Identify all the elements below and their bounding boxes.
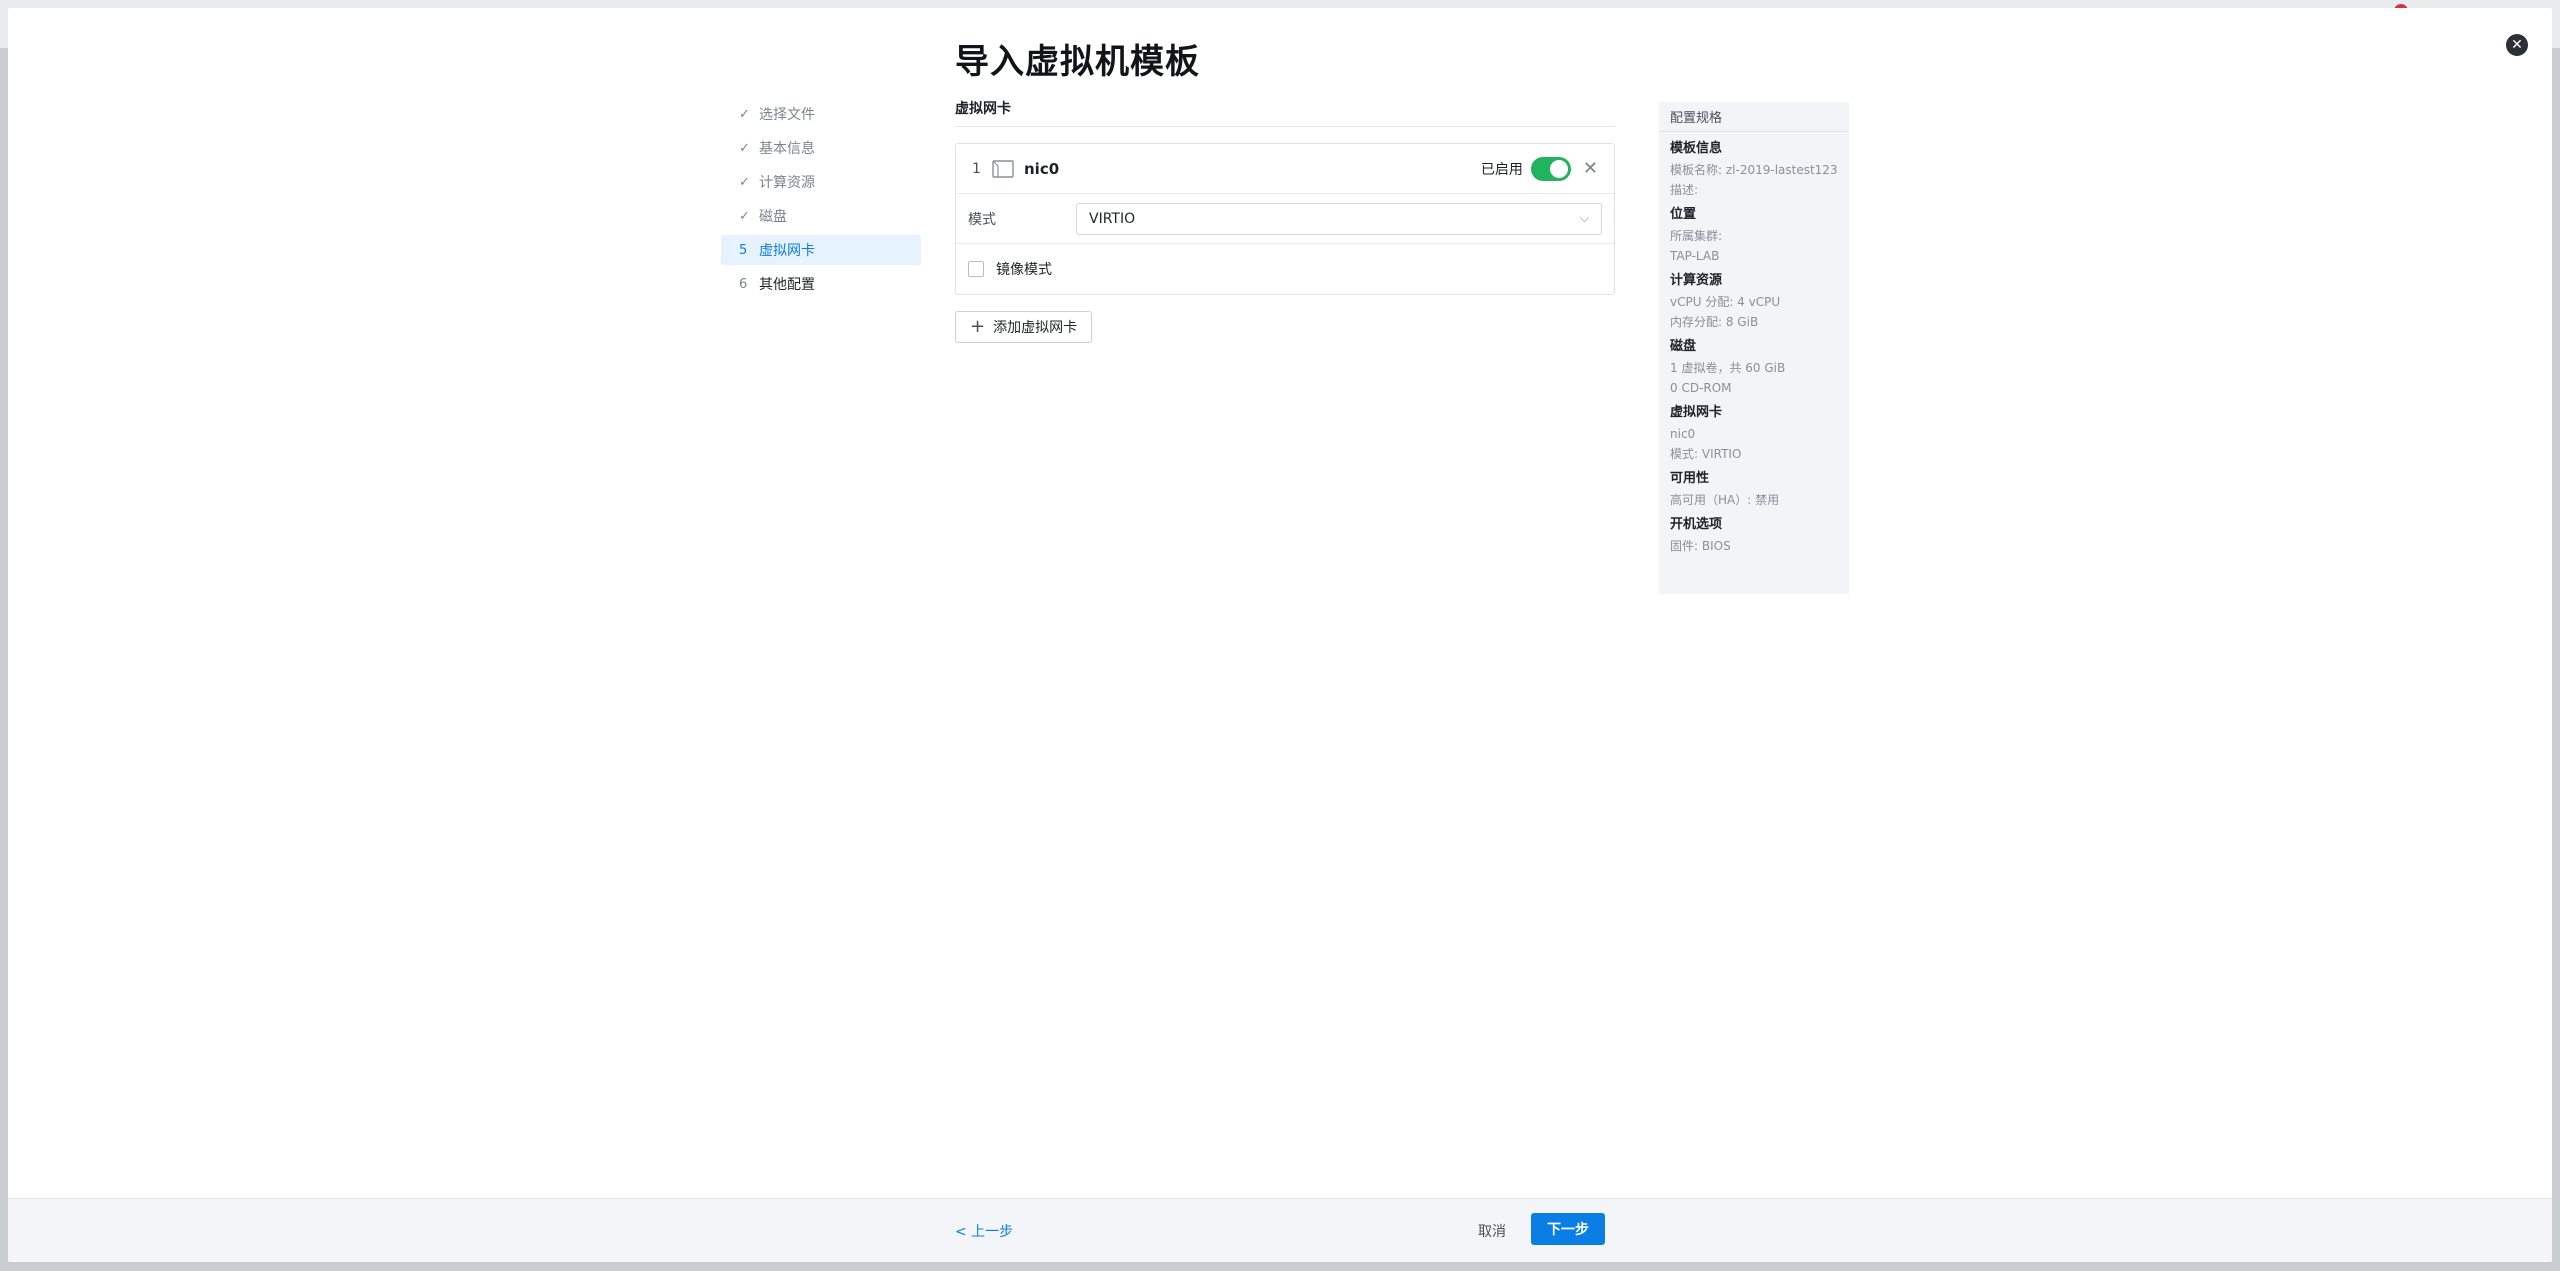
summary-group-title: 模板信息 bbox=[1670, 141, 1723, 156]
cancel-button[interactable]: 取消 bbox=[1478, 1221, 1506, 1241]
summary-group-availability: 可用性 高可用（HA）: 禁用 bbox=[1670, 468, 1838, 510]
step-number: 5 bbox=[739, 242, 748, 258]
step-select-file[interactable]: ✓ 选择文件 bbox=[721, 99, 921, 129]
close-icon[interactable]: ✕ bbox=[1583, 159, 1598, 178]
prev-step-link[interactable]: < 上一步 bbox=[955, 1221, 1013, 1241]
summary-line: TAP-LAB bbox=[1670, 249, 1720, 263]
summary-group-title: 开机选项 bbox=[1670, 517, 1723, 532]
check-icon: ✓ bbox=[739, 106, 750, 122]
summary-group-compute: 计算资源 vCPU 分配: 4 vCPU 内存分配: 8 GiB bbox=[1670, 270, 1838, 332]
modal-footer: < 上一步 取消 下一步 bbox=[8, 1198, 2552, 1262]
summary-line: 高可用（HA）: 禁用 bbox=[1670, 493, 1780, 507]
summary-line: 内存分配: 8 GiB bbox=[1670, 315, 1759, 329]
step-other-config[interactable]: 6 其他配置 bbox=[721, 269, 921, 299]
summary-group-title: 计算资源 bbox=[1670, 273, 1723, 288]
toggle-knob bbox=[1549, 159, 1568, 178]
check-icon: ✓ bbox=[739, 140, 750, 156]
check-icon: ✓ bbox=[739, 208, 750, 224]
step-label: 其他配置 bbox=[759, 277, 815, 293]
nic-card: 1 nic0 已启用 ✕ 模式 VIRTIO ⌵ 镜像模式 bbox=[955, 143, 1615, 295]
enabled-label: 已启用 bbox=[1480, 161, 1523, 178]
chevron-down-icon: ⌵ bbox=[1579, 211, 1589, 225]
nic-name: nic0 bbox=[1024, 159, 1060, 178]
summary-group-disk: 磁盘 1 虚拟卷，共 60 GiB 0 CD-ROM bbox=[1670, 336, 1838, 398]
summary-group-title: 位置 bbox=[1670, 207, 1697, 222]
step-disk[interactable]: ✓ 磁盘 bbox=[721, 201, 921, 231]
summary-group-location: 位置 所属集群: TAP-LAB bbox=[1670, 204, 1838, 266]
nic-section: 虚拟网卡 1 nic0 已启用 ✕ 模式 VIRTIO ⌵ 镜像模式 + 添加虚… bbox=[955, 98, 1615, 343]
wizard-steps: ✓ 选择文件 ✓ 基本信息 ✓ 计算资源 ✓ 磁盘 5 虚拟网卡 6 其他配置 bbox=[721, 99, 921, 303]
summary-group-title: 可用性 bbox=[1670, 471, 1710, 486]
network-card-icon bbox=[992, 159, 1014, 178]
add-nic-button[interactable]: + 添加虚拟网卡 bbox=[955, 311, 1093, 343]
page-title: 导入虚拟机模板 bbox=[955, 42, 1200, 82]
step-basic-info[interactable]: ✓ 基本信息 bbox=[721, 133, 921, 163]
step-label: 选择文件 bbox=[759, 107, 815, 123]
step-label: 基本信息 bbox=[759, 141, 815, 157]
step-label: 计算资源 bbox=[759, 175, 815, 191]
summary-group-template: 模板信息 模板名称: zl-2019-lastest123 描述: bbox=[1670, 138, 1838, 200]
nic-card-header: 1 nic0 已启用 ✕ bbox=[956, 144, 1614, 194]
summary-group-nic: 虚拟网卡 nic0 模式: VIRTIO bbox=[1670, 402, 1838, 464]
summary-group-boot: 开机选项 固件: BIOS bbox=[1670, 514, 1838, 556]
plus-icon: + bbox=[970, 316, 986, 337]
config-summary-panel: 配置规格 模板信息 模板名称: zl-2019-lastest123 描述: 位… bbox=[1659, 102, 1849, 594]
close-icon[interactable]: ✕ bbox=[2506, 34, 2528, 56]
next-step-button[interactable]: 下一步 bbox=[1531, 1213, 1605, 1245]
mode-value: VIRTIO bbox=[1089, 210, 1136, 227]
summary-line: 1 虚拟卷，共 60 GiB bbox=[1670, 361, 1786, 375]
mode-label: 模式 bbox=[968, 211, 996, 228]
step-compute[interactable]: ✓ 计算资源 bbox=[721, 167, 921, 197]
nic-mirror-row: 镜像模式 bbox=[956, 244, 1614, 294]
summary-line: vCPU 分配: 4 vCPU bbox=[1670, 295, 1781, 309]
summary-group-title: 虚拟网卡 bbox=[1670, 405, 1723, 420]
step-nic[interactable]: 5 虚拟网卡 bbox=[721, 235, 921, 265]
section-title: 虚拟网卡 bbox=[955, 98, 1615, 127]
mirror-mode-checkbox[interactable] bbox=[968, 261, 984, 277]
summary-group-title: 磁盘 bbox=[1670, 339, 1697, 354]
summary-line: 模式: VIRTIO bbox=[1670, 447, 1742, 461]
import-template-modal: ✕ 导入虚拟机模板 ✓ 选择文件 ✓ 基本信息 ✓ 计算资源 ✓ 磁盘 5 虚拟… bbox=[8, 8, 2552, 1262]
check-icon: ✓ bbox=[739, 174, 750, 190]
step-number: 6 bbox=[739, 276, 748, 292]
mirror-mode-label: 镜像模式 bbox=[996, 262, 1052, 278]
nic-enabled-toggle[interactable] bbox=[1530, 156, 1571, 181]
step-label: 磁盘 bbox=[759, 209, 787, 225]
mode-select[interactable]: VIRTIO ⌵ bbox=[1076, 202, 1602, 235]
summary-title: 配置规格 bbox=[1659, 102, 1849, 132]
add-nic-label: 添加虚拟网卡 bbox=[993, 320, 1078, 336]
summary-line: nic0 bbox=[1670, 427, 1696, 441]
summary-line: 描述: bbox=[1670, 183, 1699, 197]
nic-index: 1 bbox=[972, 160, 981, 177]
summary-line: 固件: BIOS bbox=[1670, 539, 1731, 553]
summary-line: 模板名称: zl-2019-lastest123 bbox=[1670, 163, 1838, 177]
summary-line: 所属集群: bbox=[1670, 229, 1723, 243]
nic-mode-row: 模式 VIRTIO ⌵ bbox=[956, 194, 1614, 244]
step-label: 虚拟网卡 bbox=[759, 243, 815, 259]
summary-line: 0 CD-ROM bbox=[1670, 381, 1732, 395]
